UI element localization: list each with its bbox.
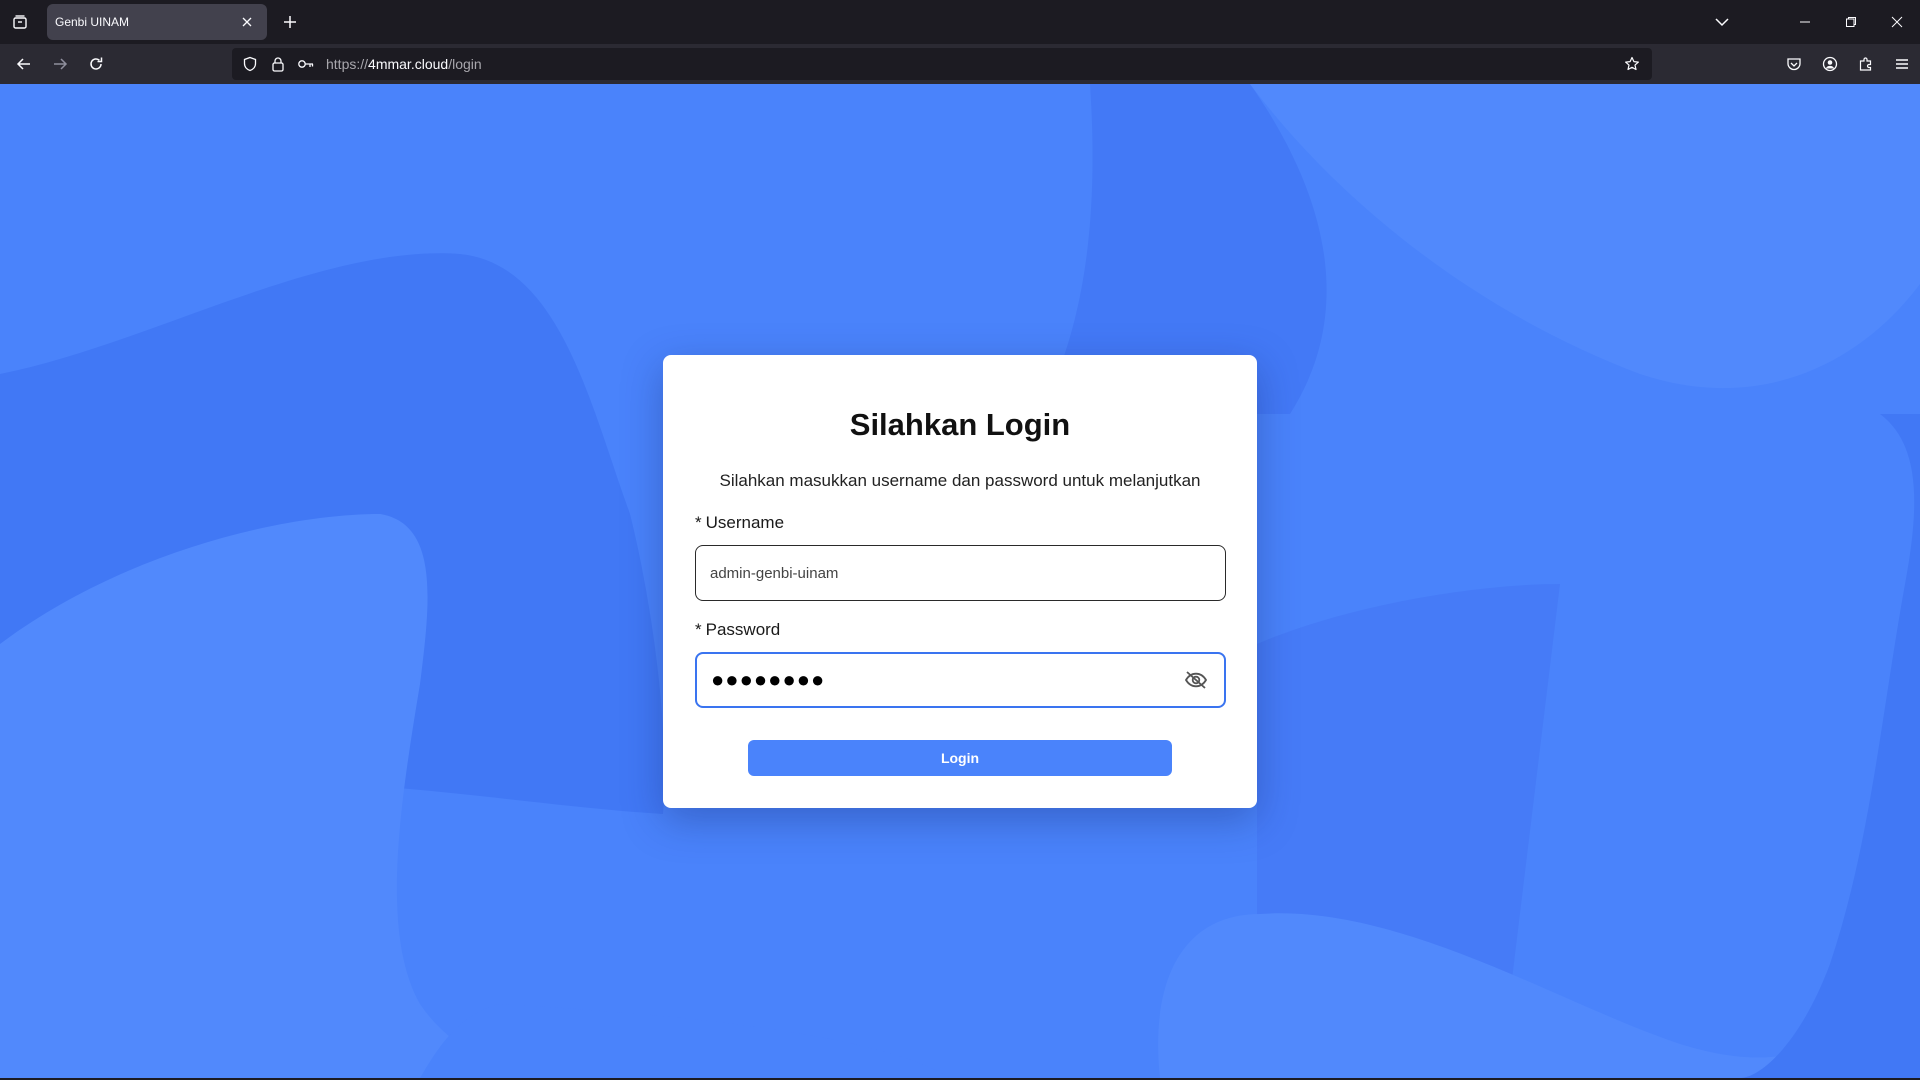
close-icon[interactable]	[237, 12, 257, 32]
browser-tab[interactable]: Genbi UINAM	[47, 4, 267, 40]
pocket-icon[interactable]	[1776, 50, 1812, 78]
password-label-text: Password	[705, 620, 781, 639]
window-controls	[1782, 0, 1920, 44]
url-bar[interactable]: https://4mmar.cloud/login	[232, 48, 1652, 80]
tracking-protection-shield-icon[interactable]	[236, 48, 264, 80]
required-marker: *	[695, 620, 702, 639]
login-page: Silahkan Login Silahkan masukkan usernam…	[0, 84, 1920, 1078]
puzzle-icon[interactable]	[1848, 50, 1884, 78]
hamburger-menu-icon[interactable]	[1884, 50, 1920, 78]
reload-icon[interactable]	[82, 50, 110, 78]
eye-slash-icon[interactable]	[1182, 666, 1210, 694]
navigation-toolbar: https://4mmar.cloud/login	[0, 44, 1920, 84]
star-icon[interactable]	[1618, 50, 1646, 78]
chevron-down-icon[interactable]	[1708, 10, 1736, 34]
url-path: /login	[448, 56, 482, 72]
url-scheme: https://	[326, 56, 369, 72]
password-label: * Password	[695, 620, 780, 640]
lock-icon[interactable]	[264, 48, 292, 80]
plus-icon[interactable]	[278, 10, 302, 34]
tab-title: Genbi UINAM	[55, 15, 130, 29]
username-label-text: Username	[705, 513, 785, 532]
close-window-icon[interactable]	[1874, 0, 1920, 44]
arrow-right-icon[interactable]	[46, 50, 74, 78]
arrow-left-icon[interactable]	[10, 50, 38, 78]
required-marker: *	[695, 513, 702, 532]
login-subtitle: Silahkan masukkan username dan password …	[719, 471, 1201, 490]
login-button[interactable]: Login	[748, 740, 1172, 776]
username-value: admin-genbi-uinam	[710, 564, 839, 582]
login-card: Silahkan Login Silahkan masukkan usernam…	[663, 355, 1257, 808]
minimize-icon[interactable]	[1782, 0, 1828, 44]
toolbar-right	[1776, 50, 1920, 78]
password-value: ●●●●●●●●	[711, 667, 826, 692]
username-label: * Username	[695, 513, 784, 533]
password-field[interactable]: ●●●●●●●●	[695, 652, 1226, 708]
username-field[interactable]: admin-genbi-uinam	[695, 545, 1226, 601]
list-all-tabs-icon[interactable]	[0, 0, 40, 44]
url-text[interactable]: https://4mmar.cloud/login	[326, 56, 482, 72]
key-icon[interactable]	[292, 48, 320, 80]
url-host: 4mmar.cloud	[368, 56, 449, 72]
restore-icon[interactable]	[1828, 0, 1874, 44]
page-title: Silahkan Login	[849, 407, 1071, 442]
account-icon[interactable]	[1812, 50, 1848, 78]
